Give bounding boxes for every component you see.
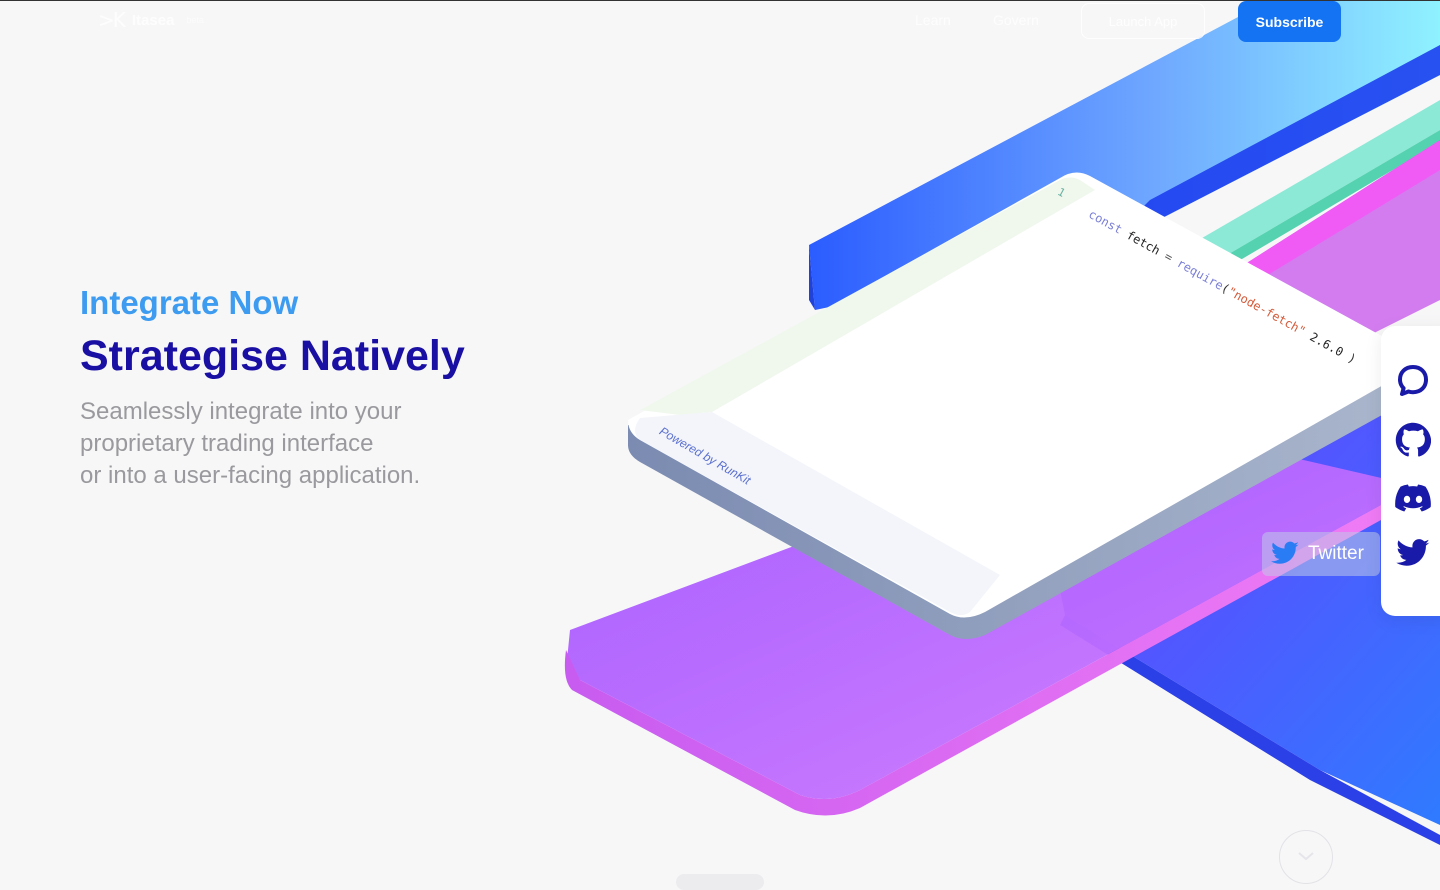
discord-link[interactable] [1395, 480, 1431, 516]
subscribe-button[interactable]: Subscribe [1238, 1, 1341, 42]
twitter-tooltip-label: Twitter [1308, 543, 1364, 564]
hero-subtext: Seamlessly integrate into your proprieta… [80, 396, 510, 492]
scroll-down-button[interactable] [1279, 830, 1333, 884]
hero-headline: Strategise Natively [80, 332, 465, 380]
logo-badge: beta [186, 15, 204, 25]
hero-subtext-line: or into a user-facing application. [80, 462, 421, 489]
logo-mark: >K [98, 8, 126, 32]
chat-icon [1398, 365, 1428, 396]
github-link[interactable] [1395, 422, 1432, 458]
chat-link[interactable] [1395, 362, 1431, 398]
bottom-hint [676, 874, 764, 890]
twitter-tooltip: Twitter [1262, 532, 1380, 576]
twitter-link[interactable] [1395, 536, 1431, 572]
social-rail [1381, 326, 1440, 616]
logo-wordmark: Itasea [131, 11, 175, 29]
site-header: >K Itasea beta Learn Govern Launch App S… [0, 0, 1440, 44]
nav-govern[interactable]: Govern [993, 12, 1039, 28]
twitter-icon [1396, 539, 1430, 566]
twitter-icon [1271, 541, 1299, 564]
launch-app-button[interactable]: Launch App [1081, 3, 1205, 39]
hero-subtext-line: proprietary trading interface [80, 430, 374, 457]
site-logo[interactable]: >K Itasea beta [98, 8, 204, 32]
github-icon [1395, 422, 1432, 457]
hero-eyebrow: Integrate Now [80, 284, 299, 321]
chevron-down-icon [1298, 852, 1314, 861]
discord-icon [1395, 484, 1431, 512]
code-equals: = [1162, 249, 1176, 265]
nav-learn[interactable]: Learn [915, 12, 951, 28]
hero-subtext-line: Seamlessly integrate into your [80, 398, 402, 425]
